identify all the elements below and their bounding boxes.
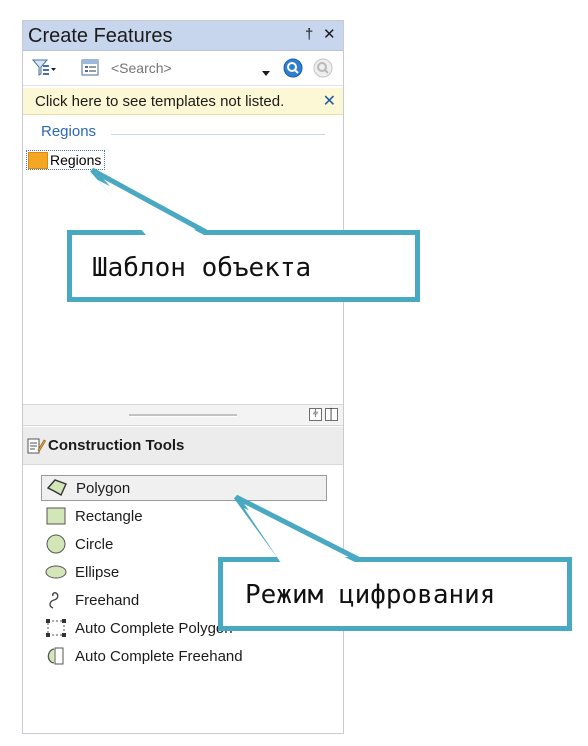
digitizing-callout-pointer-cover — [244, 508, 357, 563]
